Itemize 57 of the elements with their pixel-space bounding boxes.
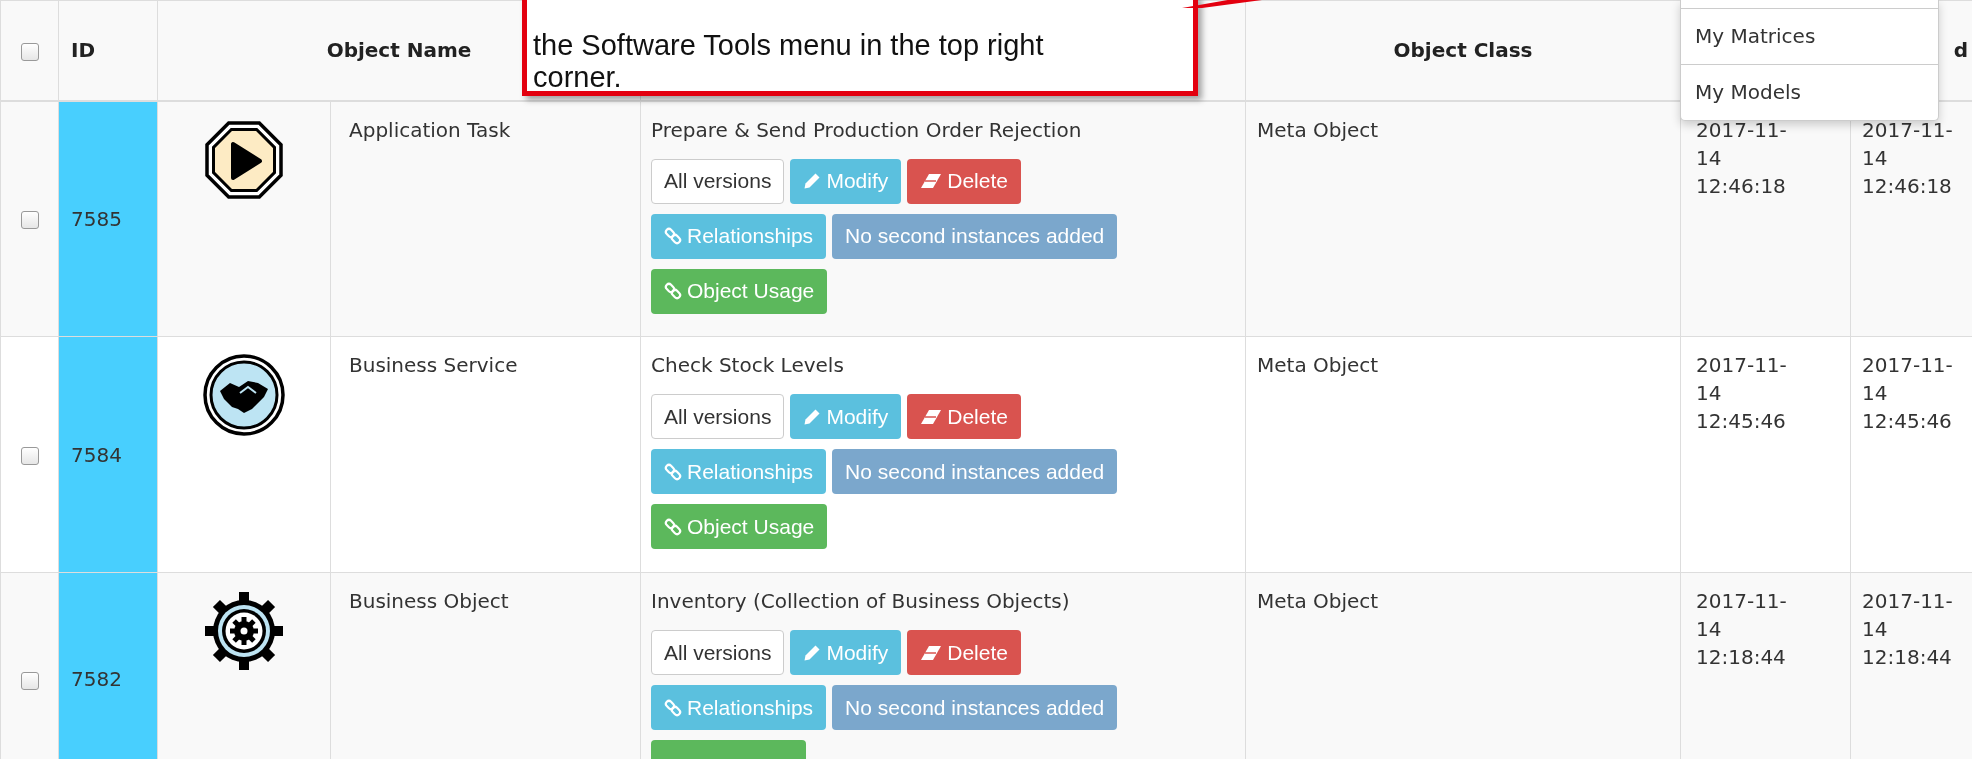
object-type: Business Service bbox=[349, 353, 518, 377]
pencil-icon bbox=[803, 407, 822, 426]
column-header: Object Class bbox=[1393, 38, 1533, 63]
eraser-icon bbox=[920, 408, 943, 425]
date-text: 2017-11-14 12:45:46 bbox=[1862, 352, 1954, 435]
object-type: Application Task bbox=[349, 117, 511, 142]
pencil-icon bbox=[803, 172, 822, 190]
modify-button[interactable]: Modify bbox=[790, 158, 902, 204]
link-icon bbox=[664, 282, 682, 300]
object-usage-button[interactable]: Object Usage bbox=[651, 504, 828, 549]
relationships-button[interactable]: Relationships bbox=[651, 213, 827, 259]
all-versions-button[interactable]: All versions bbox=[651, 158, 785, 204]
relationships-button[interactable]: Relationships bbox=[651, 685, 827, 730]
select-all-checkbox[interactable] bbox=[20, 42, 39, 61]
id-cell: 7584 bbox=[58, 336, 158, 573]
link-icon bbox=[664, 698, 682, 717]
all-versions-button[interactable]: All versions bbox=[651, 630, 785, 675]
id-cell: 7585 bbox=[58, 100, 158, 337]
relationships-button[interactable]: Relationships bbox=[651, 449, 827, 494]
modify-button[interactable]: Modify bbox=[790, 630, 902, 675]
object-name: Prepare & Send Production Order Rejection bbox=[651, 117, 1082, 142]
eraser-icon bbox=[920, 644, 943, 661]
object-name: Inventory (Collection of Business Objects) bbox=[651, 589, 1070, 613]
all-versions-button[interactable]: All versions bbox=[651, 394, 785, 439]
eraser-icon bbox=[920, 173, 943, 189]
link-icon bbox=[664, 462, 682, 481]
column-header: ID bbox=[71, 38, 96, 63]
row-checkbox[interactable] bbox=[20, 447, 39, 465]
date-text: 2017-11-14 12:45:46 bbox=[1696, 352, 1788, 435]
menu-item[interactable]: My Models bbox=[1681, 64, 1938, 120]
column-header: d bbox=[1953, 38, 1968, 63]
modify-button[interactable]: Modify bbox=[790, 394, 902, 439]
id-cell: 7582 bbox=[58, 572, 158, 759]
row-checkbox[interactable] bbox=[20, 211, 39, 230]
delete-button[interactable]: Delete bbox=[907, 630, 1021, 675]
row-checkbox[interactable] bbox=[20, 671, 39, 690]
pencil-icon bbox=[803, 643, 822, 662]
object-class: Meta Object bbox=[1257, 117, 1379, 142]
instances-button[interactable]: No second instances added bbox=[832, 449, 1118, 494]
link-icon bbox=[664, 227, 682, 245]
object-type: Business Object bbox=[349, 589, 509, 613]
object-usage-button[interactable]: Object Usage bbox=[651, 268, 828, 314]
delete-button[interactable]: Delete bbox=[907, 158, 1021, 204]
delete-button[interactable]: Delete bbox=[907, 394, 1021, 439]
object-class: Meta Object bbox=[1257, 589, 1379, 613]
handshake-icon bbox=[202, 353, 286, 437]
instances-button[interactable]: No second instances added bbox=[832, 213, 1118, 259]
date-text: 2017-11-14 12:18:44 bbox=[1862, 588, 1954, 671]
instances-button[interactable]: No second instances added bbox=[832, 685, 1118, 730]
gear-icon bbox=[202, 589, 286, 673]
callout-text: the Software Tools menu in the top right corner. bbox=[533, 29, 1044, 93]
object-class: Meta Object bbox=[1257, 353, 1379, 377]
object-name: Check Stock Levels bbox=[651, 353, 844, 377]
link-icon bbox=[664, 517, 682, 536]
date-text: 2017-11-14 12:18:44 bbox=[1696, 588, 1788, 671]
column-header: Object Name bbox=[326, 38, 472, 63]
menu-item[interactable]: My Matrices bbox=[1681, 8, 1938, 64]
